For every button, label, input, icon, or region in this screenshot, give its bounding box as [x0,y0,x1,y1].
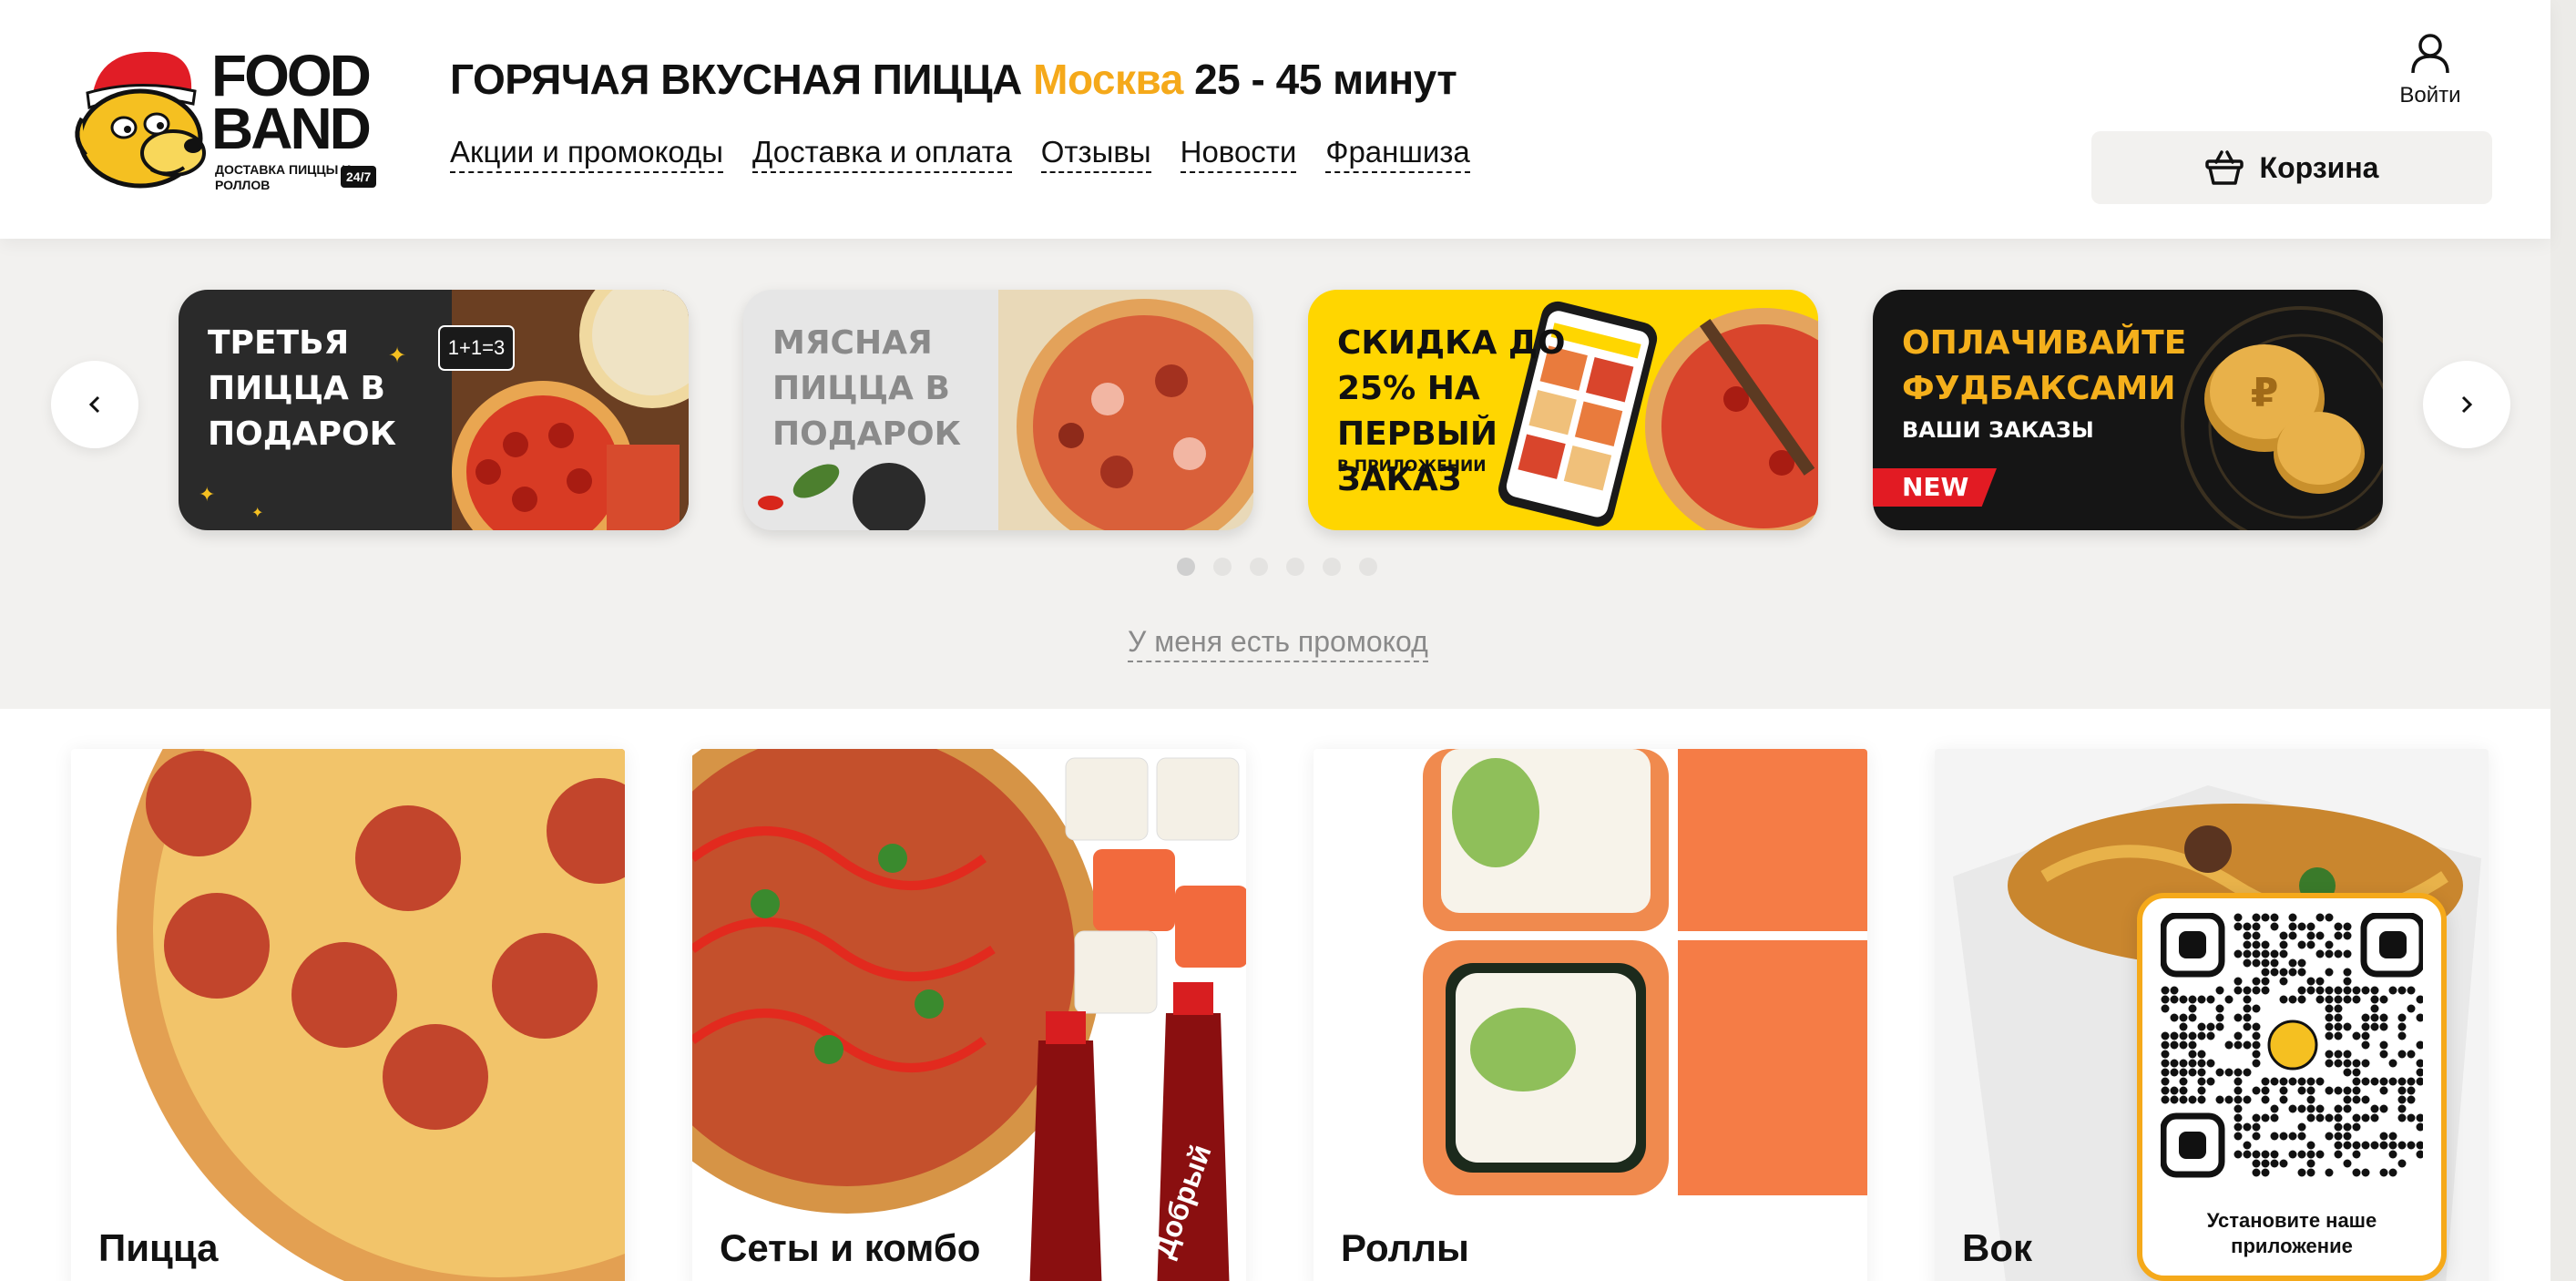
chevron-left-icon [88,395,100,414]
carousel-dot[interactable] [1323,558,1341,576]
logo-line-1: FOOD [211,43,372,108]
banner-text: Скидка до 25% на первый заказ [1337,324,1566,498]
headline: ГОРЯЧАЯ ВКУСНАЯ ПИЦЦА Москва 25 - 45 мин… [450,55,1457,104]
cart-button[interactable]: Корзина [2091,131,2492,204]
category-title: Пицца [98,1226,219,1269]
main-nav: Акции и промокоды Доставка и оплата Отзы… [450,135,1470,173]
app-qr-popup[interactable]: Установите наше приложение [2137,893,2447,1281]
logo-subtitle: доставка пиццы и роллов [215,162,352,192]
svg-text:✦: ✦ [251,506,263,521]
qr-code [2161,913,2423,1178]
logo-wordmark: FOOD BAND [211,43,372,161]
svg-text:✦: ✦ [199,483,215,506]
banner-small-text: ваши заказы [1902,417,2094,443]
carousel-dot[interactable] [1286,558,1304,576]
category-card-pizza[interactable]: Пицца [71,749,625,1281]
carousel-dot[interactable] [1359,558,1377,576]
category-title: Вок [1962,1226,2033,1269]
banner-text: Третья пицца в подарок [208,324,397,453]
logo-badge-24-7: 24/7 [341,166,377,188]
nav-delivery[interactable]: Доставка и оплата [752,135,1012,173]
logo-line-2: BAND [211,96,372,161]
headline-main: ГОРЯЧАЯ ВКУСНАЯ ПИЦЦА [450,56,1022,103]
promo-carousel: 1+1=3 ✦ ✦ ✦ Третья пицца в подарок Мясна… [0,239,2550,709]
qr-caption: Установите наше приложение [2206,1209,2377,1257]
carousel-prev-button[interactable] [51,361,138,448]
delivery-time: 25 - 45 минут [1194,56,1457,103]
svg-text:₽: ₽ [2251,371,2279,415]
nav-franchise[interactable]: Франшиза [1325,135,1470,173]
carousel-dot[interactable] [1250,558,1268,576]
category-card-rolls[interactable]: Роллы [1314,749,1867,1281]
cart-label: Корзина [2259,150,2379,184]
site-header: FOOD BAND доставка пиццы и роллов 24/7 Г… [0,0,2550,239]
nav-promotions[interactable]: Акции и промокоды [450,135,724,173]
city-selector[interactable]: Москва [1033,56,1183,103]
carousel-dot[interactable] [1213,558,1232,576]
nav-reviews[interactable]: Отзывы [1040,135,1151,173]
banner-meat-pizza[interactable]: Мясная пицца в подарок [743,290,1253,530]
banner-third-pizza[interactable]: 1+1=3 ✦ ✦ ✦ Третья пицца в подарок [179,290,689,530]
category-title: Сеты и комбо [720,1226,981,1269]
banner-text: Мясная пицца в подарок [772,324,962,453]
carousel-next-button[interactable] [2423,361,2510,448]
chevron-right-icon [2461,395,2473,414]
logo[interactable]: FOOD BAND доставка пиццы и роллов 24/7 [66,36,384,193]
login-label: Войти [2399,83,2461,108]
category-title: Роллы [1341,1226,1469,1269]
combo-image: Добрый [692,749,1246,1281]
carousel-dots [1177,558,1377,576]
basket-icon [2204,150,2244,185]
banner-text: Оплачивайте фудбаксами [1902,324,2187,407]
promo-code-link[interactable]: У меня есть промокод [1128,625,1428,662]
pizza-image [117,749,625,1281]
banner-foodbucks[interactable]: ₽ Оплачивайте фудбаксами ваши заказы NEW [1873,290,2383,530]
user-icon [2411,34,2449,74]
banner-small-text: в приложении [1337,457,1487,476]
carousel-dot[interactable] [1177,558,1195,576]
right-edge-strip [2550,0,2576,1281]
nav-news[interactable]: Новости [1180,135,1297,173]
new-badge: NEW [1873,468,1997,507]
banner-first-order-discount[interactable]: Скидка до 25% на первый заказ в приложен… [1308,290,1818,530]
bear-mascot-icon [75,51,206,189]
rolls-image [1423,749,1867,1195]
login-button[interactable]: Войти [2392,33,2469,108]
category-card-combo[interactable]: Добрый Сеты и комбо [692,749,1246,1281]
